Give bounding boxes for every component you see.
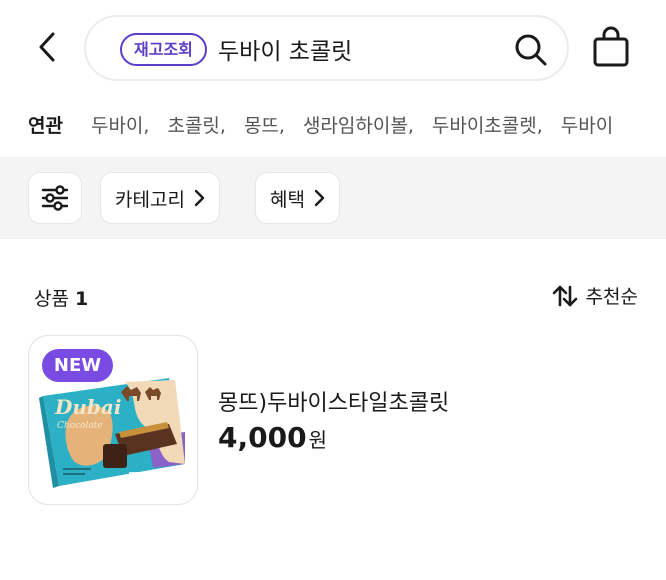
price-value: 4,000	[218, 421, 307, 454]
shopping-bag-icon	[593, 26, 629, 67]
result-count-value: 1	[75, 288, 89, 310]
product-thumbnail[interactable]: NEW Dubai Chocolate	[28, 335, 198, 505]
chevron-right-icon	[193, 188, 205, 208]
result-count: 상품 1	[34, 284, 88, 311]
chip-label: 카테고리	[115, 188, 185, 211]
box-subtitle: Chocolate	[57, 421, 103, 431]
stock-check-chip[interactable]: 재고조회	[120, 33, 207, 66]
result-count-label: 상품	[34, 288, 69, 310]
sort-button[interactable]: 추천순	[552, 282, 638, 309]
back-button[interactable]	[30, 30, 64, 64]
box-title: Dubai	[54, 395, 121, 419]
chip-label: 혜택	[270, 188, 305, 211]
related-keyword[interactable]: 몽뜨,	[244, 111, 285, 138]
filter-bar: 카테고리 혜택	[0, 157, 666, 239]
related-keywords: 연관 두바이, 초콜릿, 몽뜨, 생라임하이볼, 두바이초콜렛, 두바이	[0, 100, 666, 148]
product-name[interactable]: 몽뜨)두바이스타일초콜릿	[218, 385, 449, 417]
search-button[interactable]	[511, 30, 551, 70]
related-keyword[interactable]: 두바이,	[91, 111, 149, 138]
sliders-icon	[41, 185, 69, 211]
filter-settings-button[interactable]	[28, 172, 82, 224]
related-keyword[interactable]: 두바이초콜렛,	[432, 111, 543, 138]
related-keyword[interactable]: 초콜릿,	[167, 111, 225, 138]
search-bar[interactable]: 재고조회	[84, 15, 569, 81]
category-filter-chip[interactable]: 카테고리	[100, 172, 220, 224]
chevron-left-icon	[39, 32, 55, 62]
related-keyword[interactable]: 생라임하이볼,	[303, 111, 414, 138]
product-card[interactable]: NEW Dubai Chocolate 몽뜨)두바이스타일초콜릿 4,000 원	[28, 335, 640, 507]
product-price: 4,000 원	[218, 421, 327, 454]
sort-label: 추천순	[585, 286, 638, 308]
benefit-filter-chip[interactable]: 혜택	[255, 172, 340, 224]
related-label: 연관	[28, 114, 63, 137]
price-unit: 원	[308, 428, 327, 452]
search-input[interactable]	[218, 31, 488, 67]
chevron-right-icon	[313, 188, 325, 208]
new-badge: NEW	[42, 349, 113, 382]
cart-button[interactable]	[588, 24, 634, 70]
sort-arrows-icon	[552, 285, 577, 306]
search-icon	[515, 34, 547, 66]
related-keyword[interactable]: 두바이	[561, 111, 613, 138]
